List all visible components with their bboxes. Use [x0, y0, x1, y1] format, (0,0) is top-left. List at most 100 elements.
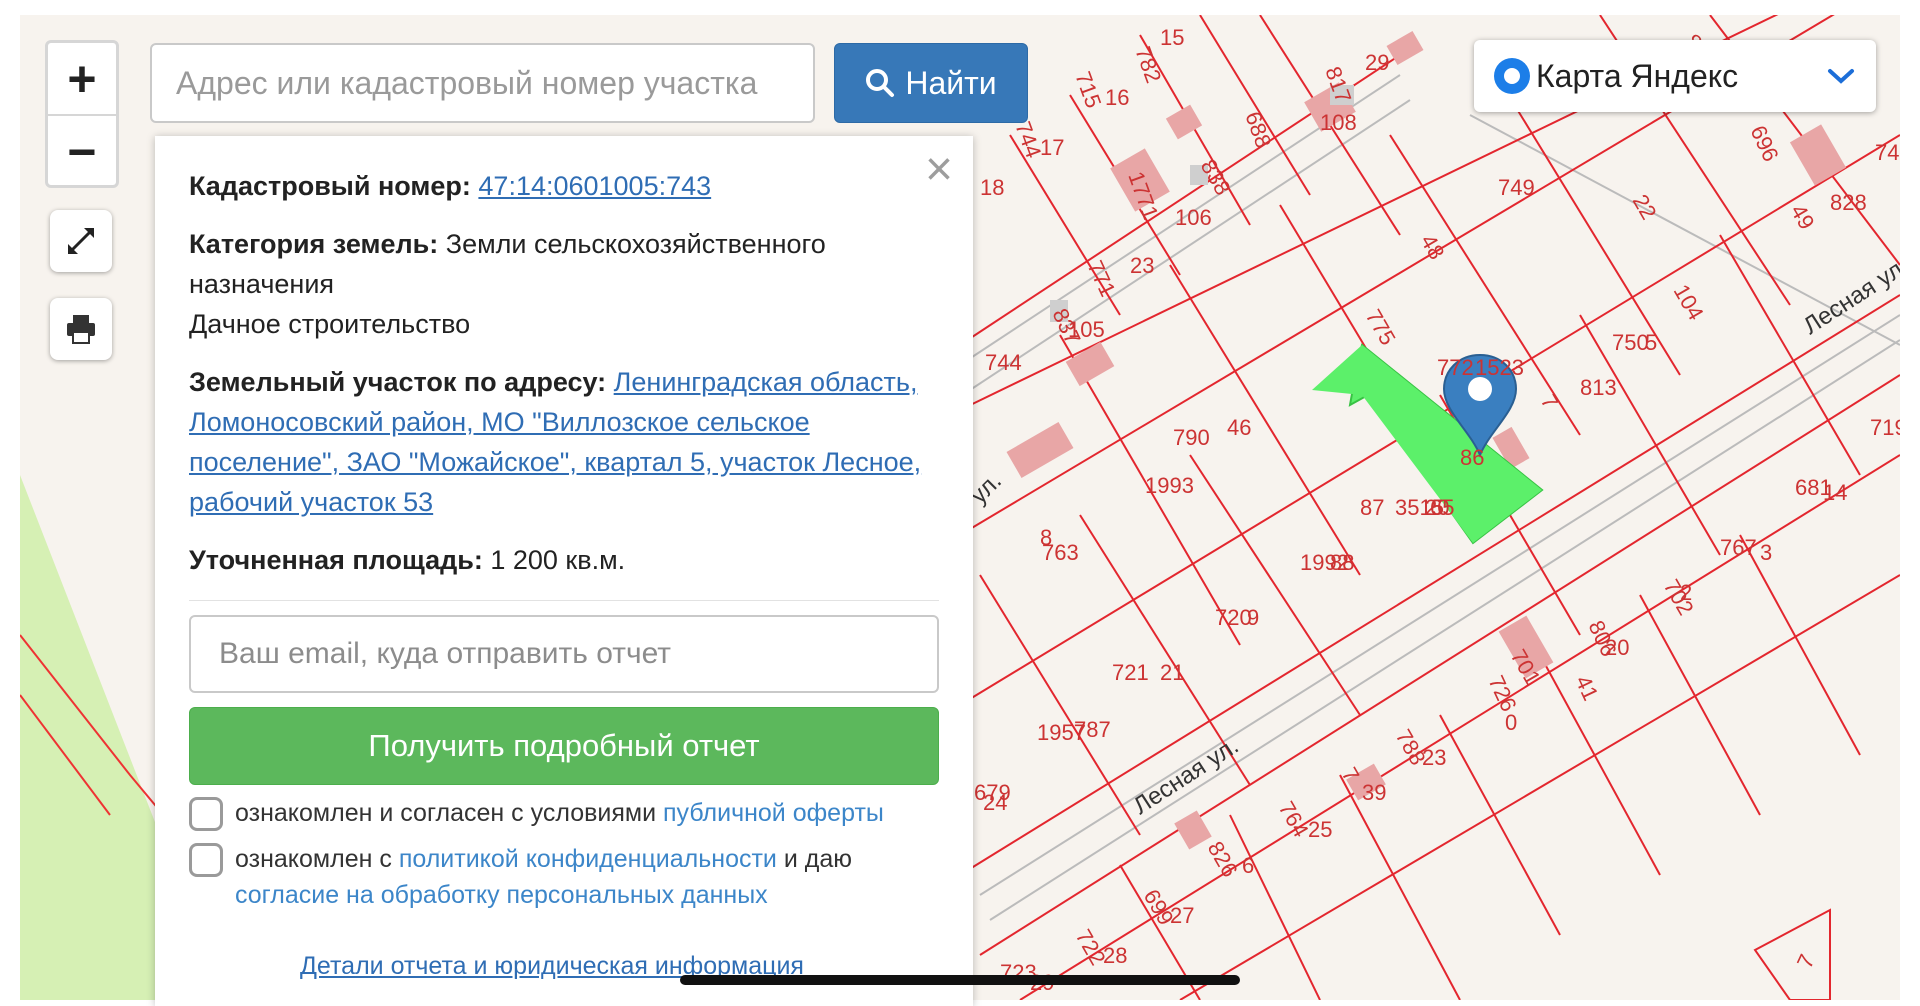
parcel-number-label: 688 — [1240, 108, 1276, 151]
parcel-number-label: 15 — [1160, 25, 1184, 50]
area-label: Уточненная площадь: — [189, 545, 483, 575]
parcel-number-label: 838 — [1196, 155, 1236, 199]
search-input[interactable] — [150, 43, 815, 123]
find-button[interactable]: Найти — [834, 43, 1028, 123]
parcel-number-label: 749 — [1498, 175, 1535, 200]
parcel-number-label: 22 — [1628, 190, 1662, 224]
parcel-number-label: 27 — [1170, 903, 1194, 928]
green-area — [20, 475, 160, 1000]
parcel-number-label: 813 — [1580, 375, 1617, 400]
parcel-number-label: 790 — [1173, 425, 1210, 450]
parcel-number-label: 2 — [1680, 580, 1692, 605]
parcel-number-label: 7 — [1536, 390, 1564, 413]
parcel-number-label: 3 — [1760, 540, 1772, 565]
parcel-number-label: 828 — [1830, 190, 1867, 215]
consent-offer-text: ознакомлен и согласен с условиями — [235, 799, 657, 827]
cadastral-label: Кадастровый номер: — [189, 171, 471, 201]
cadastral-row: Кадастровый номер: 47:14:0601005:743 — [189, 166, 939, 206]
find-button-label: Найти — [905, 64, 997, 101]
area-row: Уточненная площадь: 1 200 кв.м. — [189, 540, 939, 580]
parcel-number-label: 696 — [1745, 122, 1783, 166]
parcel-number-label: 18 — [980, 175, 1004, 200]
parcel-number-label: 49 — [1786, 200, 1820, 234]
privacy-policy-link[interactable]: политикой конфиденциальности — [399, 845, 777, 873]
land-use-value: Дачное строительство — [189, 309, 471, 339]
parcel-number-label: 46 — [1227, 415, 1251, 440]
get-report-button[interactable]: Получить подробный отчет — [189, 707, 939, 785]
home-indicator — [680, 975, 1240, 985]
parcel-number-label: 28 — [1103, 943, 1127, 968]
map-layer-select[interactable]: Карта Яндекс — [1474, 40, 1876, 112]
parcel-number-label: 721 — [1112, 660, 1149, 685]
parcel-number-label: 772 — [1437, 355, 1474, 380]
parcel-number-label: 5 — [1645, 330, 1657, 355]
personal-data-consent-link[interactable]: согласие на обработку персональных данны… — [235, 881, 768, 909]
parcel-number-label: 21 — [1160, 660, 1184, 685]
print-button[interactable] — [50, 298, 112, 360]
zoom-in-button[interactable]: + — [48, 43, 116, 114]
fullscreen-button[interactable] — [50, 210, 112, 272]
consent-offer-row: ознакомлен и согласен с условиями публич… — [189, 795, 939, 831]
public-offer-link[interactable]: публичной оферты — [663, 799, 884, 827]
parcel-number-label: 1523 — [1475, 355, 1524, 380]
parcel-number-label: 29 — [1365, 50, 1389, 75]
parcel-number-label: 25 — [1308, 817, 1332, 842]
parcel-number-label: 86 — [1460, 445, 1484, 470]
parcel-number-label: 104 — [1669, 280, 1709, 324]
parcel-number-label: 106 — [1175, 205, 1212, 230]
parcel-number-label: 48 — [1416, 230, 1450, 264]
map-layer-label: Карта Яндекс — [1536, 57, 1739, 94]
consent-privacy-text: ознакомлен с — [235, 845, 392, 873]
parcel-number-label: 16 — [1105, 85, 1129, 110]
close-icon[interactable]: × — [925, 146, 953, 194]
parcel-number-label: 763 — [1042, 540, 1079, 565]
privacy-checkbox[interactable] — [189, 843, 223, 877]
address-row: Земельный участок по адресу: Ленинградск… — [189, 362, 939, 522]
parcel-number-label: 719 — [1870, 415, 1900, 440]
consent-privacy-mid: и даю — [783, 845, 852, 873]
cadastral-number-link[interactable]: 47:14:0601005:743 — [478, 171, 711, 201]
parcel-number-label: 88 — [1330, 550, 1354, 575]
parcel-number-label: 744 — [985, 350, 1022, 375]
offer-checkbox[interactable] — [189, 797, 223, 831]
area-value: 1 200 кв.м. — [490, 545, 626, 575]
parcel-number-label: 0 — [1505, 710, 1517, 735]
parcel-number-label: 24 — [983, 790, 1007, 815]
expand-icon — [68, 228, 94, 254]
parcel-number-label: 7 — [1792, 950, 1820, 972]
parcel-number-label: 775 — [1361, 305, 1401, 349]
parcel-number-label: 767 — [1720, 535, 1757, 560]
category-label: Категория земель: — [189, 229, 439, 259]
parcel-number-label: 1993 — [1145, 473, 1194, 498]
street-label-2: Лесная ул. — [1129, 732, 1244, 820]
parcel-number-label: 20 — [1605, 635, 1629, 660]
printer-icon — [67, 315, 95, 344]
chevron-down-icon — [1828, 69, 1854, 84]
consent-privacy-row: ознакомлен с политикой конфиденциальност… — [189, 841, 939, 913]
parcel-number-label: 23 — [1422, 745, 1446, 770]
parcel-number-label: 6 — [1242, 853, 1254, 878]
radio-selected-icon — [1494, 58, 1530, 94]
parcel-number-label: 65 — [1430, 495, 1454, 520]
parcel-number-label: 745 — [1875, 140, 1900, 165]
category-row: Категория земель: Земли сельскохозяйстве… — [189, 224, 939, 344]
parcel-number-label: 826 — [1203, 837, 1243, 881]
parcel-number-label: 87 — [1360, 495, 1384, 520]
divider — [189, 600, 939, 601]
parcel-number-label: 9 — [1247, 605, 1259, 630]
address-label: Земельный участок по адресу: — [189, 367, 607, 397]
parcel-number-label: 17 — [1040, 135, 1064, 160]
parcel-number-label: 41 — [1570, 672, 1603, 705]
parcel-info-panel: × Кадастровый номер: 47:14:0601005:743 К… — [155, 136, 973, 1006]
parcel-number-label: 105 — [1068, 317, 1105, 342]
zoom-out-button[interactable]: − — [48, 114, 116, 187]
search-icon — [866, 69, 895, 97]
parcel-number-label: 787 — [1074, 717, 1111, 742]
parcel-number-label: 14 — [1823, 480, 1847, 505]
zoom-control: + − — [45, 40, 119, 188]
parcel-number-label: 23 — [1130, 253, 1154, 278]
email-field[interactable] — [189, 615, 939, 693]
parcel-number-label: 39 — [1362, 780, 1386, 805]
parcel-number-label: 750 — [1612, 330, 1649, 355]
parcel-number-label: 702 — [1659, 575, 1699, 619]
